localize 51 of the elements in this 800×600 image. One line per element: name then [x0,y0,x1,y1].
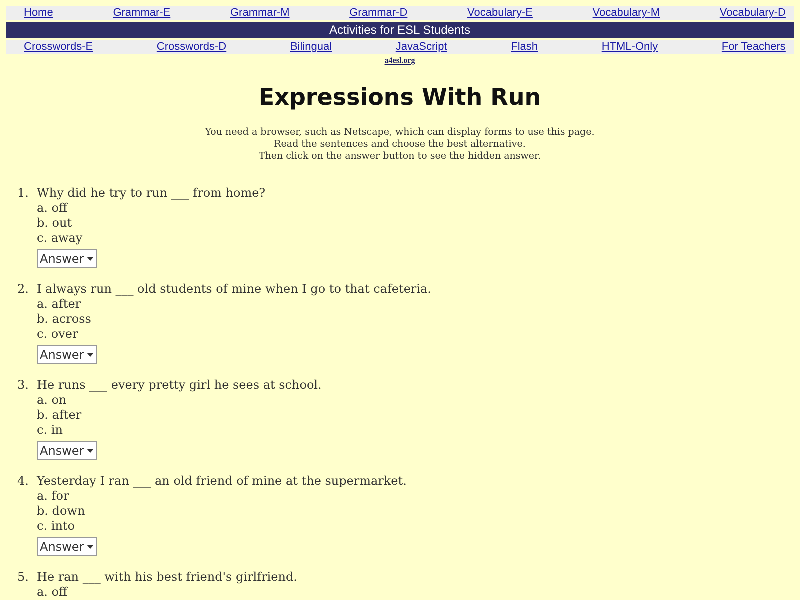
nav-link[interactable]: JavaScript [396,41,448,53]
answer-option: a. after [37,297,800,312]
caret-icon [87,256,94,260]
nav-link[interactable]: Crosswords-D [156,41,227,53]
site-link[interactable]: a4esl.org [384,56,416,65]
answer-option: b. down [37,504,800,519]
nav-link[interactable]: Vocabulary-D [720,7,786,19]
answer-option: a. off [37,201,800,216]
question-text: He runs ___ every pretty girl he sees at school. [37,378,322,393]
answer-dropdown[interactable]: Answer [37,249,98,268]
question-text: He ran ___ with his best friend's girlfriend. [37,570,298,585]
nav-link[interactable]: HTML-Only [602,41,658,53]
answer-option: c. away [37,231,800,246]
nav-link[interactable]: Flash [511,41,538,53]
answer-option: a. for [37,489,800,504]
answer-option: b. out [37,216,800,231]
site-banner: Activities for ESL Students [6,22,794,38]
question-number: 3. [16,378,30,393]
answer-dropdown[interactable]: Answer [37,441,98,460]
nav-link[interactable]: Grammar-M [230,7,290,19]
answer-option: a. on [37,393,800,408]
question-text: Yesterday I ran ___ an old friend of mine at the supermarket. [37,474,407,489]
answer-option: c. in [37,423,800,438]
nav-link[interactable]: Home [24,7,54,19]
nav-link[interactable]: Vocabulary-E [468,7,533,19]
caret-icon [87,448,94,452]
answer-dropdown[interactable]: Answer [37,345,98,364]
question-text: Why did he try to run ___ from home? [37,186,266,201]
answer-option: c. over [37,327,800,342]
nav-link[interactable]: Vocabulary-M [592,7,660,19]
answer-option: b. across [37,312,800,327]
nav-link[interactable]: Grammar-E [113,7,171,19]
nav-link[interactable]: Crosswords-E [24,41,94,53]
nav-link[interactable]: Grammar-D [350,7,408,19]
answer-option: a. off [37,585,800,600]
instruction-text: You need a browser, such as Netscape, which can display forms to use this page. [204,127,596,139]
caret-icon [87,352,94,356]
instruction-text: Then click on the answer button to see the hidden answer. [258,151,542,163]
answer-dropdown[interactable]: Answer [37,537,98,556]
page-title: Expressions With Run [258,85,542,111]
answer-option: b. after [37,408,800,423]
question-number: 1. [16,186,30,201]
question-number: 5. [16,570,30,585]
instruction-text: Read the sentences and choose the best alternative. [273,139,527,151]
answer-option: c. into [37,519,800,534]
question-text: I always run ___ old students of mine when I go to that cafeteria. [37,282,432,297]
caret-icon [87,544,94,548]
question-number: 4. [16,474,30,489]
question-number: 2. [16,282,30,297]
nav-link[interactable]: For Teachers [722,41,786,53]
nav-link[interactable]: Bilingual [290,41,332,53]
